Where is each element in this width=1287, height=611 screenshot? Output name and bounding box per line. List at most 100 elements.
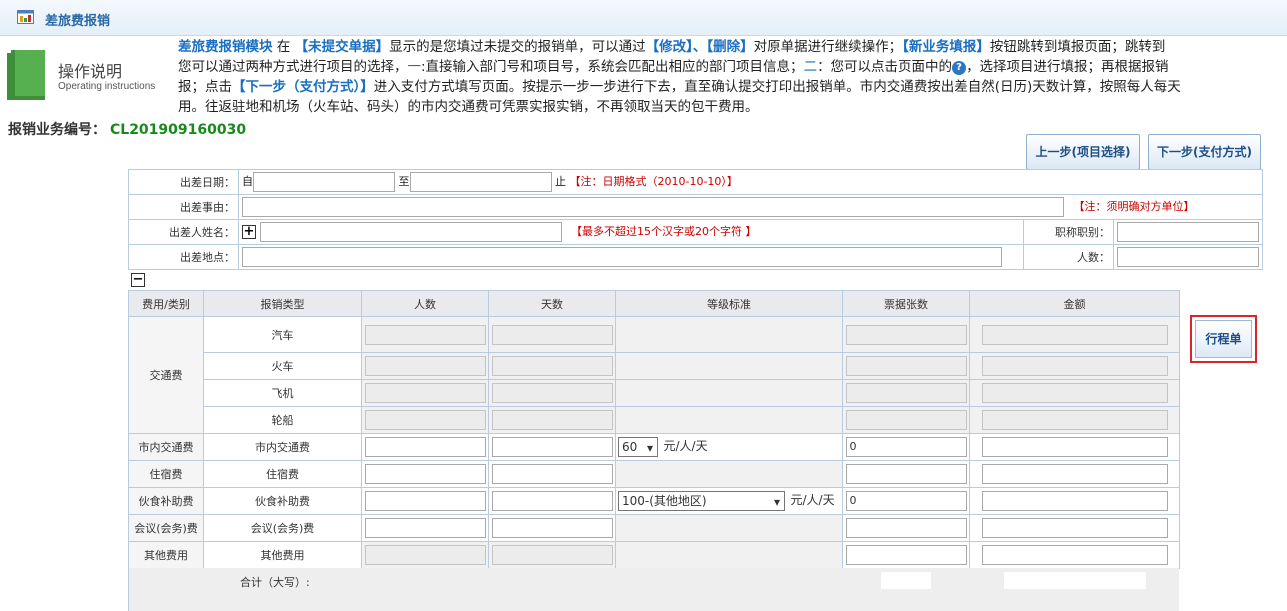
job-title-input[interactable] [1117,222,1259,242]
help-icon[interactable]: ? [952,61,967,75]
next-step-button[interactable]: 下一步(支付方式) [1148,134,1261,170]
category-lodging: 住宿费 [128,460,204,488]
amount-input[interactable] [981,545,1168,565]
expense-table: 费用/类别 报销类型 人数 天数 等级标准 票据张数 金额 交通费 汽车 火车 … [128,290,1180,569]
trip-reason-label: 出差事由： [128,194,239,220]
date-format-note: 【注：日期格式（2010-10-10）】 [569,175,738,188]
category-meeting: 会议(会务)费 [128,514,204,542]
traveler-name-input[interactable] [259,222,562,242]
chevron-down-icon: ▾ [646,441,653,455]
instruction-segment[interactable]: 【未提交单据】 [295,39,390,55]
table-row: 交通费 汽车 [128,316,1180,434]
instructions-text: 差旅费报销模块 在 【未提交单据】显示的是您填过未提交的报销单，可以通过【修改】… [178,37,1287,117]
instruction-segment[interactable]: 差旅费报销模块 [178,39,273,55]
itinerary-button[interactable]: 行程单 [1195,320,1252,358]
date-from-input[interactable] [253,172,395,192]
instructions-line-2: 您可以通过两种方式进行项目的选择，一:直接输入部门号和项目号，系统会匹配出相应的… [178,59,1169,75]
days-input[interactable] [491,491,613,511]
business-number: 报销业务编号： CL201909160030 [8,122,247,138]
chevron-down-icon: ▾ [773,495,780,509]
instruction-segment[interactable]: 【新业务填报】 [902,39,990,55]
table-row: 会议(会务)费 会议(会务)费 [128,514,1180,542]
itinerary-highlight: 行程单 [1190,315,1257,363]
category-other: 其他费用 [128,541,204,569]
days-input[interactable] [491,464,613,484]
days-input [491,324,613,345]
instruction-segment: 按钮跳转到填报页面；跳转到 [989,39,1166,55]
instructions-line-1: 差旅费报销模块 在 【未提交单据】显示的是您填过未提交的报销单，可以通过【修改】… [178,37,1287,57]
job-title-label: 职称职别： [1023,219,1114,245]
collapse-button[interactable]: − [131,273,145,287]
trip-place-label: 出差地点： [128,244,239,270]
book-icon [7,50,45,100]
people-input [364,410,486,430]
trip-date-label: 出差日期： [128,169,239,195]
instructions-title: 操作说明 [58,62,123,81]
instruction-segment: 显示的是您填过未提交的报销单，可以通过 [389,39,646,55]
category-city: 市内交通费 [128,433,204,461]
instructions-line-3: 报；点击【下一步（支付方式）】进入支付方式填写页面。按提示一步一步进行下去，直至… [178,79,1181,95]
table-row: 住宿费 住宿费 [128,460,1180,488]
people-input [364,324,486,345]
table-row: 飞机 [129,379,1180,407]
date-to-input[interactable] [409,172,552,192]
tickets-input[interactable] [845,518,967,538]
table-row: 轮船 [129,406,1180,434]
people-input [364,383,486,403]
tickets-input[interactable] [845,464,967,484]
meal-standard-select[interactable]: 100-(其他地区) ▾ [618,491,785,511]
tickets-input [845,324,967,345]
amount-input [981,324,1168,345]
amount-input [981,410,1168,430]
reason-note: 【注：须明确对方单位】 [1073,200,1195,213]
total-tickets-field [881,572,931,589]
amount-input[interactable] [981,518,1168,538]
prev-step-button[interactable]: 上一步(项目选择) [1026,134,1140,170]
add-traveler-button[interactable]: + [242,225,256,239]
column-header: 费用/类别 [128,290,204,317]
category-transport: 交通费 [128,316,204,434]
table-row: 火车 [129,352,1180,380]
trip-info-form: 出差日期： 自 至 止 【注：日期格式（2010-10-10）】 出差事由： 【… [128,169,1264,270]
title-bar: 差旅费报销 [0,0,1287,36]
column-header: 报销类型 [203,290,362,317]
tickets-input [845,410,967,430]
people-input[interactable] [364,491,486,511]
trip-place-input[interactable] [242,247,1002,267]
column-header: 票据张数 [842,290,970,317]
amount-input[interactable] [981,437,1168,457]
total-label: 合计（大写）: [240,576,310,589]
tickets-input [845,356,967,376]
trip-reason-input[interactable] [242,197,1064,217]
report-icon [17,10,34,24]
people-input[interactable] [364,518,486,538]
people-input[interactable] [364,437,486,457]
table-row: 市内交通费 市内交通费 60 ▾ 元/人/天 0 [128,433,1180,461]
days-input[interactable] [491,518,613,538]
amount-input [981,356,1168,376]
type-cell: 住宿费 [203,460,362,488]
instruction-segment[interactable]: 【修改】、【删除】 [646,39,754,55]
days-input[interactable] [491,437,613,457]
people-input[interactable] [364,464,486,484]
column-header: 天数 [488,290,616,317]
instructions-subtitle: Operating instructions [58,81,156,92]
column-header: 人数 [361,290,489,317]
days-input [491,383,613,403]
type-cell: 汽车 [203,316,362,353]
city-standard-select[interactable]: 60 ▾ [618,437,658,457]
amount-input [981,383,1168,403]
type-cell: 市内交通费 [203,433,362,461]
amount-input[interactable] [981,491,1168,511]
tickets-input[interactable]: 0 [845,491,967,511]
people-count-input[interactable] [1117,247,1259,267]
tickets-input[interactable]: 0 [845,437,967,457]
amount-input[interactable] [981,464,1168,484]
people-input [364,545,486,565]
column-header: 等级标准 [615,290,843,317]
people-count-label: 人数： [1023,244,1114,270]
type-cell: 飞机 [203,379,362,407]
instruction-segment: 在 [272,39,295,55]
tickets-input[interactable] [845,545,967,565]
page-title: 差旅费报销 [45,14,111,29]
